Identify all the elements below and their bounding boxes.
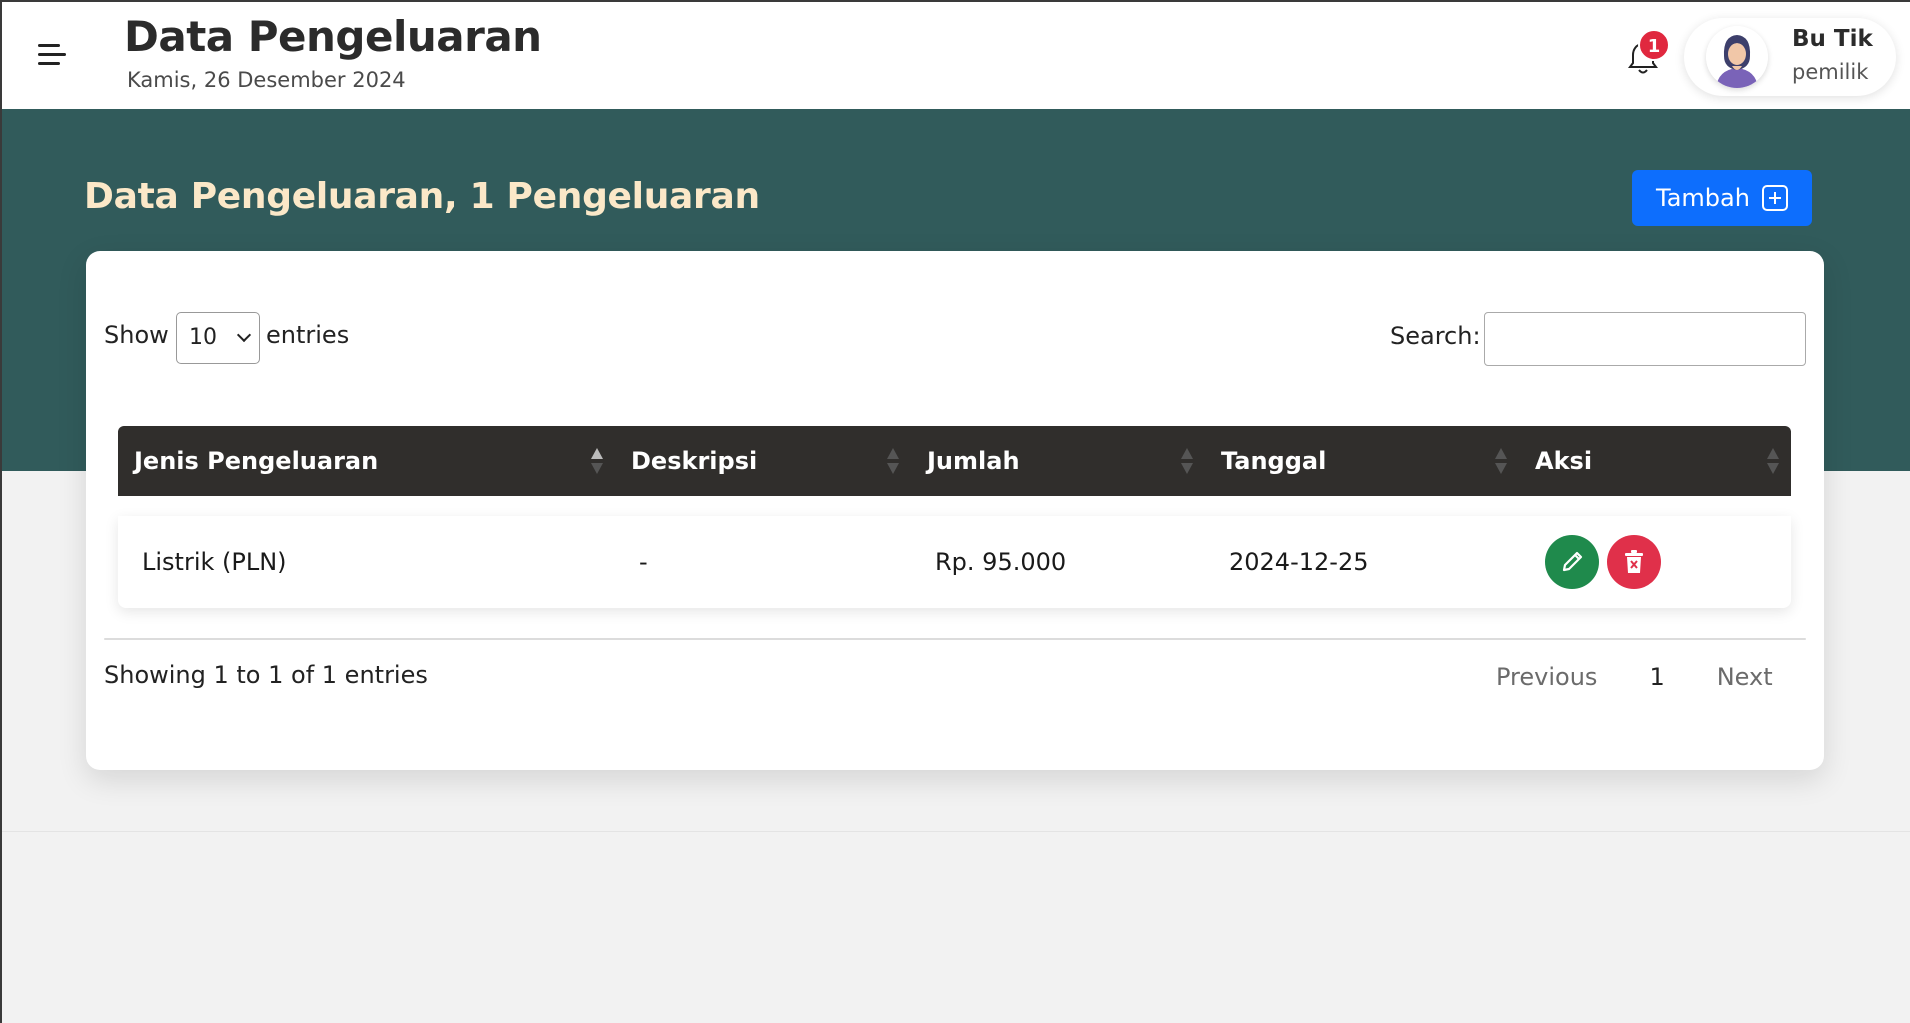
- search-input[interactable]: [1484, 312, 1806, 366]
- plus-square-icon: [1761, 185, 1788, 211]
- table-divider: [104, 638, 1806, 640]
- cell-tanggal: 2024-12-25: [1229, 548, 1369, 576]
- page-title: Data Pengeluaran: [124, 12, 542, 61]
- cell-jumlah: Rp. 95.000: [935, 548, 1067, 576]
- column-header-deskripsi[interactable]: Deskripsi: [615, 426, 911, 496]
- pagination: Previous 1 Next: [1496, 659, 1773, 695]
- delete-button[interactable]: [1607, 535, 1661, 589]
- chevron-down-icon: [236, 327, 252, 343]
- trash-icon: [1625, 550, 1643, 573]
- edit-button[interactable]: [1545, 535, 1599, 589]
- menu-toggle-icon[interactable]: [38, 44, 66, 66]
- cell-jenis: Listrik (PLN): [142, 548, 287, 576]
- avatar-illustration-icon: [1706, 26, 1768, 88]
- entries-label: entries: [266, 321, 350, 349]
- entries-per-page-select[interactable]: 10: [176, 312, 260, 364]
- sort-icon: [591, 448, 603, 474]
- section-title: Data Pengeluaran, 1 Pengeluaran: [84, 176, 760, 217]
- show-label: Show: [104, 321, 169, 349]
- sort-icon: [1181, 448, 1193, 474]
- next-page-button[interactable]: Next: [1717, 659, 1773, 695]
- table-info: Showing 1 to 1 of 1 entries: [104, 661, 428, 689]
- pencil-icon: [1562, 551, 1583, 572]
- user-name: Bu Tik: [1792, 26, 1873, 52]
- search-label: Search:: [1390, 322, 1481, 350]
- sort-icon: [1495, 448, 1507, 474]
- top-bar: Data Pengeluaran Kamis, 26 Desember 2024…: [2, 2, 1910, 109]
- column-header-aksi[interactable]: Aksi: [1519, 426, 1791, 496]
- expense-table-card: Show 10 entries Search: Jenis Pengeluara…: [86, 251, 1824, 770]
- column-header-jumlah[interactable]: Jumlah: [911, 426, 1205, 496]
- sort-icon: [1767, 448, 1779, 474]
- cell-aksi: [1519, 516, 1791, 608]
- table-row: Listrik (PLN) - Rp. 95.000 2024-12-25: [118, 516, 1791, 608]
- cell-deskripsi: -: [639, 548, 648, 576]
- entries-select-value: 10: [189, 325, 217, 350]
- previous-page-button[interactable]: Previous: [1496, 659, 1597, 695]
- add-button-label: Tambah: [1656, 184, 1750, 212]
- column-header-jenis[interactable]: Jenis Pengeluaran: [118, 426, 615, 496]
- notification-badge: 1: [1638, 29, 1670, 61]
- page-1-button[interactable]: 1: [1649, 659, 1664, 695]
- column-header-tanggal[interactable]: Tanggal: [1205, 426, 1519, 496]
- page-date: Kamis, 26 Desember 2024: [127, 68, 406, 92]
- user-role: pemilik: [1792, 60, 1869, 84]
- add-expense-button[interactable]: Tambah: [1632, 170, 1812, 226]
- sort-icon: [887, 448, 899, 474]
- user-profile-menu[interactable]: Bu Tik pemilik: [1684, 18, 1896, 96]
- table-header: Jenis Pengeluaran Deskripsi Jumlah Tangg…: [118, 426, 1791, 496]
- avatar: [1706, 26, 1768, 88]
